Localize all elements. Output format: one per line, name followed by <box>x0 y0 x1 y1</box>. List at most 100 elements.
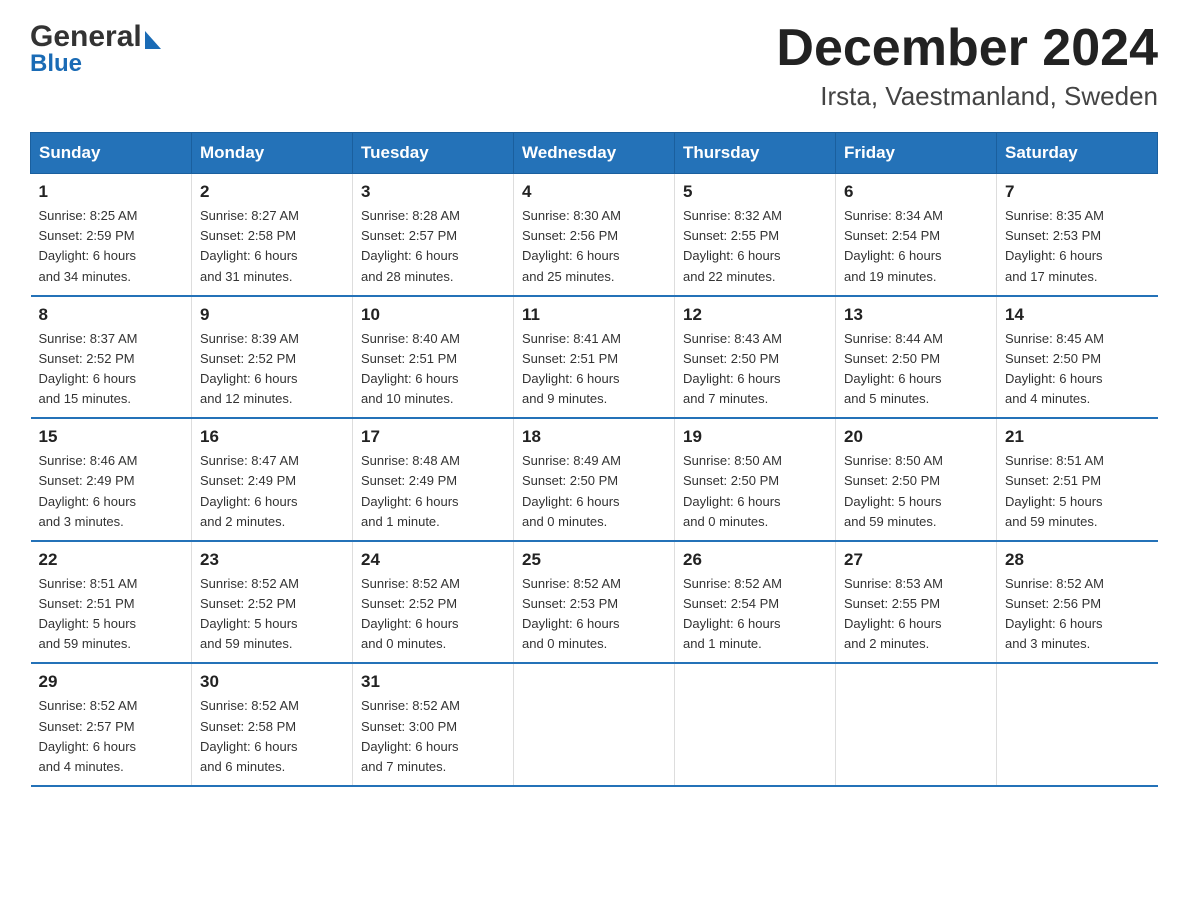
day-info: Sunrise: 8:51 AMSunset: 2:51 PMDaylight:… <box>39 574 184 655</box>
day-info: Sunrise: 8:45 AMSunset: 2:50 PMDaylight:… <box>1005 329 1150 410</box>
day-info: Sunrise: 8:37 AMSunset: 2:52 PMDaylight:… <box>39 329 184 410</box>
day-number: 5 <box>683 182 827 202</box>
table-row: 15 Sunrise: 8:46 AMSunset: 2:49 PMDaylig… <box>31 418 192 541</box>
day-number: 14 <box>1005 305 1150 325</box>
day-info: Sunrise: 8:50 AMSunset: 2:50 PMDaylight:… <box>683 451 827 532</box>
table-row: 11 Sunrise: 8:41 AMSunset: 2:51 PMDaylig… <box>514 296 675 419</box>
day-info: Sunrise: 8:52 AMSunset: 2:52 PMDaylight:… <box>200 574 344 655</box>
table-row: 12 Sunrise: 8:43 AMSunset: 2:50 PMDaylig… <box>675 296 836 419</box>
day-number: 2 <box>200 182 344 202</box>
day-info: Sunrise: 8:51 AMSunset: 2:51 PMDaylight:… <box>1005 451 1150 532</box>
table-row: 2 Sunrise: 8:27 AMSunset: 2:58 PMDayligh… <box>192 174 353 296</box>
location-subtitle: Irsta, Vaestmanland, Sweden <box>776 81 1158 112</box>
day-info: Sunrise: 8:49 AMSunset: 2:50 PMDaylight:… <box>522 451 666 532</box>
day-number: 16 <box>200 427 344 447</box>
header-thursday: Thursday <box>675 133 836 174</box>
table-row: 6 Sunrise: 8:34 AMSunset: 2:54 PMDayligh… <box>836 174 997 296</box>
table-row: 3 Sunrise: 8:28 AMSunset: 2:57 PMDayligh… <box>353 174 514 296</box>
day-info: Sunrise: 8:30 AMSunset: 2:56 PMDaylight:… <box>522 206 666 287</box>
header-tuesday: Tuesday <box>353 133 514 174</box>
table-row <box>675 663 836 786</box>
table-row: 17 Sunrise: 8:48 AMSunset: 2:49 PMDaylig… <box>353 418 514 541</box>
table-row: 22 Sunrise: 8:51 AMSunset: 2:51 PMDaylig… <box>31 541 192 664</box>
day-info: Sunrise: 8:27 AMSunset: 2:58 PMDaylight:… <box>200 206 344 287</box>
calendar-title-block: December 2024 Irsta, Vaestmanland, Swede… <box>776 20 1158 112</box>
day-info: Sunrise: 8:46 AMSunset: 2:49 PMDaylight:… <box>39 451 184 532</box>
day-info: Sunrise: 8:41 AMSunset: 2:51 PMDaylight:… <box>522 329 666 410</box>
day-info: Sunrise: 8:34 AMSunset: 2:54 PMDaylight:… <box>844 206 988 287</box>
day-number: 12 <box>683 305 827 325</box>
calendar-week-row: 8 Sunrise: 8:37 AMSunset: 2:52 PMDayligh… <box>31 296 1158 419</box>
day-info: Sunrise: 8:39 AMSunset: 2:52 PMDaylight:… <box>200 329 344 410</box>
header-friday: Friday <box>836 133 997 174</box>
day-number: 19 <box>683 427 827 447</box>
day-number: 18 <box>522 427 666 447</box>
calendar-header-row: Sunday Monday Tuesday Wednesday Thursday… <box>31 133 1158 174</box>
table-row <box>997 663 1158 786</box>
table-row: 10 Sunrise: 8:40 AMSunset: 2:51 PMDaylig… <box>353 296 514 419</box>
calendar-week-row: 29 Sunrise: 8:52 AMSunset: 2:57 PMDaylig… <box>31 663 1158 786</box>
day-info: Sunrise: 8:53 AMSunset: 2:55 PMDaylight:… <box>844 574 988 655</box>
day-number: 21 <box>1005 427 1150 447</box>
logo-blue-text: Blue <box>30 50 161 78</box>
table-row <box>836 663 997 786</box>
day-info: Sunrise: 8:50 AMSunset: 2:50 PMDaylight:… <box>844 451 988 532</box>
day-number: 26 <box>683 550 827 570</box>
day-info: Sunrise: 8:52 AMSunset: 2:58 PMDaylight:… <box>200 696 344 777</box>
day-info: Sunrise: 8:52 AMSunset: 2:52 PMDaylight:… <box>361 574 505 655</box>
day-info: Sunrise: 8:52 AMSunset: 3:00 PMDaylight:… <box>361 696 505 777</box>
header-saturday: Saturday <box>997 133 1158 174</box>
day-number: 7 <box>1005 182 1150 202</box>
table-row: 30 Sunrise: 8:52 AMSunset: 2:58 PMDaylig… <box>192 663 353 786</box>
day-number: 22 <box>39 550 184 570</box>
table-row: 20 Sunrise: 8:50 AMSunset: 2:50 PMDaylig… <box>836 418 997 541</box>
table-row: 14 Sunrise: 8:45 AMSunset: 2:50 PMDaylig… <box>997 296 1158 419</box>
day-info: Sunrise: 8:43 AMSunset: 2:50 PMDaylight:… <box>683 329 827 410</box>
calendar-week-row: 22 Sunrise: 8:51 AMSunset: 2:51 PMDaylig… <box>31 541 1158 664</box>
day-number: 30 <box>200 672 344 692</box>
day-info: Sunrise: 8:40 AMSunset: 2:51 PMDaylight:… <box>361 329 505 410</box>
table-row: 1 Sunrise: 8:25 AMSunset: 2:59 PMDayligh… <box>31 174 192 296</box>
day-number: 20 <box>844 427 988 447</box>
table-row: 18 Sunrise: 8:49 AMSunset: 2:50 PMDaylig… <box>514 418 675 541</box>
table-row: 27 Sunrise: 8:53 AMSunset: 2:55 PMDaylig… <box>836 541 997 664</box>
table-row: 21 Sunrise: 8:51 AMSunset: 2:51 PMDaylig… <box>997 418 1158 541</box>
table-row: 19 Sunrise: 8:50 AMSunset: 2:50 PMDaylig… <box>675 418 836 541</box>
day-number: 29 <box>39 672 184 692</box>
table-row: 31 Sunrise: 8:52 AMSunset: 3:00 PMDaylig… <box>353 663 514 786</box>
table-row: 5 Sunrise: 8:32 AMSunset: 2:55 PMDayligh… <box>675 174 836 296</box>
table-row: 4 Sunrise: 8:30 AMSunset: 2:56 PMDayligh… <box>514 174 675 296</box>
table-row: 8 Sunrise: 8:37 AMSunset: 2:52 PMDayligh… <box>31 296 192 419</box>
day-info: Sunrise: 8:35 AMSunset: 2:53 PMDaylight:… <box>1005 206 1150 287</box>
day-number: 27 <box>844 550 988 570</box>
day-number: 4 <box>522 182 666 202</box>
day-info: Sunrise: 8:28 AMSunset: 2:57 PMDaylight:… <box>361 206 505 287</box>
header-wednesday: Wednesday <box>514 133 675 174</box>
day-number: 6 <box>844 182 988 202</box>
logo: General Blue <box>30 20 161 78</box>
day-number: 10 <box>361 305 505 325</box>
header-sunday: Sunday <box>31 133 192 174</box>
day-info: Sunrise: 8:52 AMSunset: 2:56 PMDaylight:… <box>1005 574 1150 655</box>
table-row <box>514 663 675 786</box>
day-number: 17 <box>361 427 505 447</box>
day-number: 15 <box>39 427 184 447</box>
table-row: 28 Sunrise: 8:52 AMSunset: 2:56 PMDaylig… <box>997 541 1158 664</box>
day-number: 31 <box>361 672 505 692</box>
table-row: 26 Sunrise: 8:52 AMSunset: 2:54 PMDaylig… <box>675 541 836 664</box>
day-info: Sunrise: 8:44 AMSunset: 2:50 PMDaylight:… <box>844 329 988 410</box>
month-year-title: December 2024 <box>776 20 1158 77</box>
day-info: Sunrise: 8:52 AMSunset: 2:54 PMDaylight:… <box>683 574 827 655</box>
table-row: 13 Sunrise: 8:44 AMSunset: 2:50 PMDaylig… <box>836 296 997 419</box>
table-row: 24 Sunrise: 8:52 AMSunset: 2:52 PMDaylig… <box>353 541 514 664</box>
day-number: 13 <box>844 305 988 325</box>
day-number: 11 <box>522 305 666 325</box>
page-header: General Blue December 2024 Irsta, Vaestm… <box>30 20 1158 112</box>
day-number: 1 <box>39 182 184 202</box>
day-number: 8 <box>39 305 184 325</box>
table-row: 7 Sunrise: 8:35 AMSunset: 2:53 PMDayligh… <box>997 174 1158 296</box>
day-info: Sunrise: 8:25 AMSunset: 2:59 PMDaylight:… <box>39 206 184 287</box>
day-info: Sunrise: 8:47 AMSunset: 2:49 PMDaylight:… <box>200 451 344 532</box>
day-number: 24 <box>361 550 505 570</box>
day-number: 28 <box>1005 550 1150 570</box>
